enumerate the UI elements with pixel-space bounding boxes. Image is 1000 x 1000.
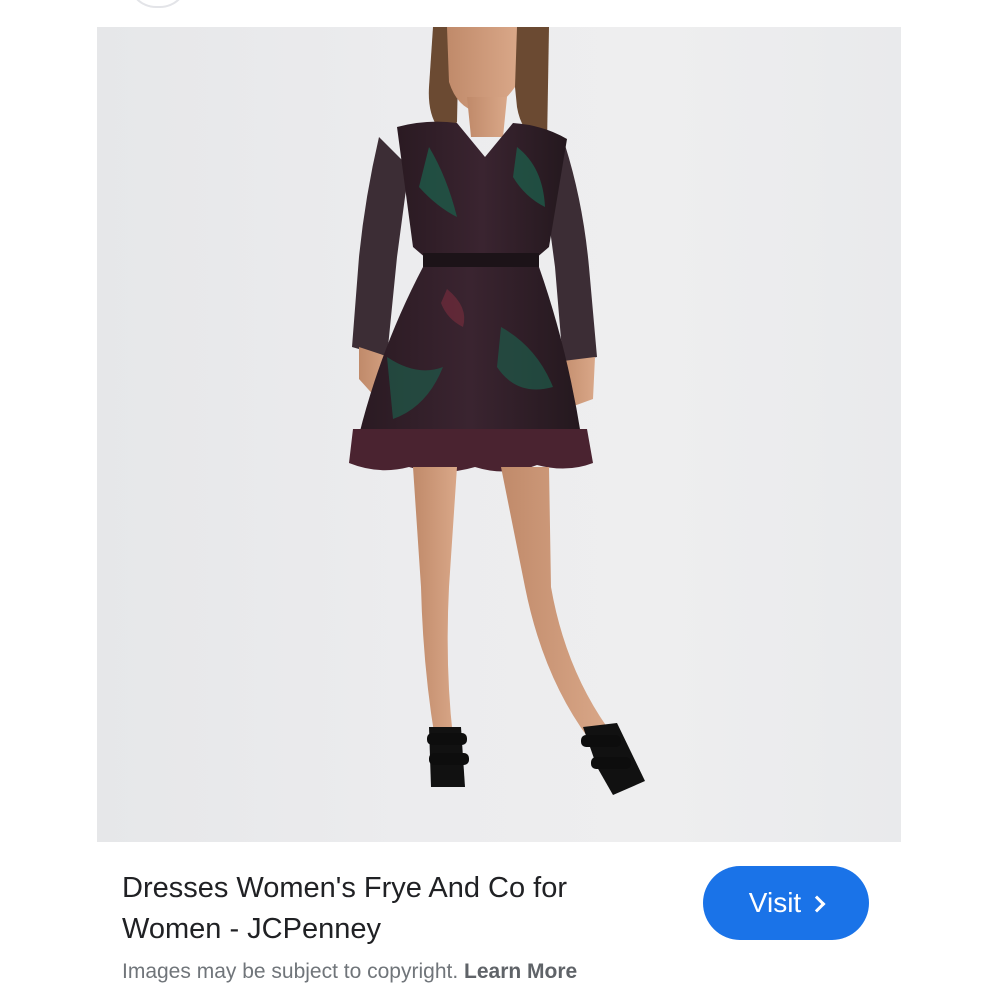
avatar-partial xyxy=(128,0,188,8)
copyright-text: Images may be subject to copyright. xyxy=(122,960,459,983)
result-title[interactable]: Dresses Women's Frye And Co for Women - … xyxy=(122,868,682,950)
copyright-notice: Images may be subject to copyright. Lear… xyxy=(122,960,577,984)
result-title-line-1: Dresses Women's Frye And Co for xyxy=(122,872,567,904)
visit-button[interactable]: Visit xyxy=(703,866,869,940)
chevron-right-icon xyxy=(808,895,826,913)
product-image[interactable] xyxy=(97,27,901,842)
product-photo-illustration xyxy=(349,27,645,795)
learn-more-link[interactable]: Learn More xyxy=(464,960,577,983)
result-title-line-2: Women - JCPenney xyxy=(122,913,381,945)
visit-button-label: Visit xyxy=(748,887,802,918)
